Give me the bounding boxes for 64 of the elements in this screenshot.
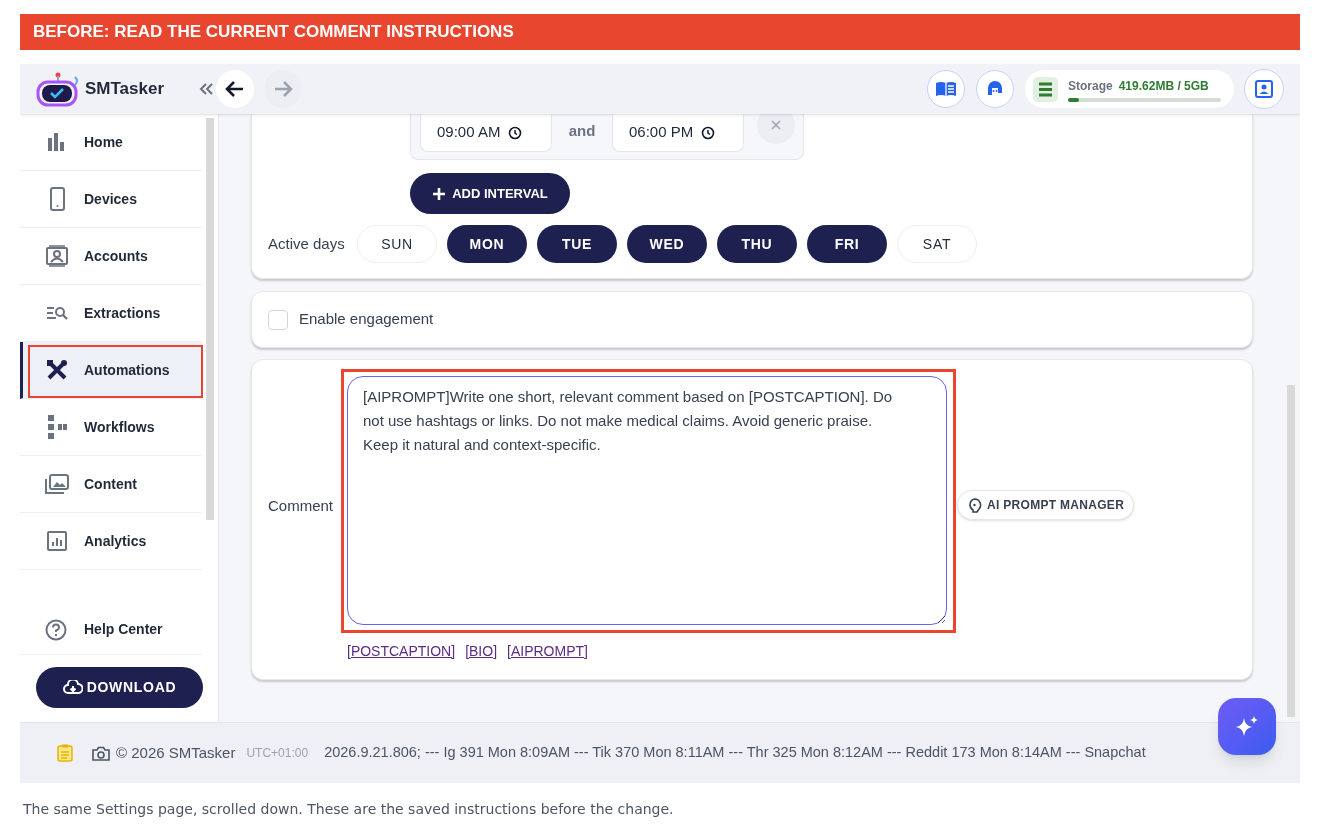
- day-toggle[interactable]: FRI: [807, 225, 887, 263]
- add-interval-button[interactable]: ADD INTERVAL: [410, 173, 570, 214]
- brand-name: SMTasker: [85, 78, 165, 101]
- token-link[interactable]: [POSTCAPTION]: [347, 641, 456, 662]
- image-folder-icon: [45, 473, 69, 495]
- storage-icon: [1033, 76, 1058, 102]
- forward-arrow-icon: [273, 80, 294, 98]
- close-icon: [771, 120, 781, 130]
- profile-button[interactable]: [1244, 69, 1284, 109]
- field-label: Comment: [268, 496, 334, 516]
- plus-icon: [432, 186, 447, 201]
- day-toggle[interactable]: SUN: [357, 225, 437, 263]
- clock-icon: [508, 125, 523, 140]
- joiner-text: and: [567, 121, 597, 141]
- back-arrow-icon: [225, 80, 246, 98]
- collapse-icon[interactable]: [198, 82, 215, 96]
- profile-icon: [1254, 79, 1274, 99]
- ai-assistant-button[interactable]: [1218, 698, 1276, 755]
- contact-card-icon: [46, 245, 68, 267]
- tools-icon: [46, 359, 68, 381]
- prompt-manager-button[interactable]: AI PROMPT MANAGER: [957, 490, 1135, 520]
- nav-item[interactable]: Content: [20, 456, 202, 513]
- back-button[interactable]: [216, 70, 255, 108]
- list-search-icon: [46, 305, 68, 321]
- day-toggle[interactable]: THU: [717, 225, 797, 263]
- storage-value: 419.62MB / 5GB: [1118, 77, 1209, 95]
- nav-item[interactable]: Workflows: [20, 399, 202, 456]
- day-toggle[interactable]: WED: [627, 225, 707, 263]
- copyright-text: © 2026 SMTasker: [116, 742, 236, 763]
- clock-icon: [701, 125, 716, 140]
- help-icon: [45, 618, 67, 641]
- robot-logo-icon: [35, 71, 81, 107]
- token-link[interactable]: [AIPROMPT]: [507, 641, 588, 662]
- checkbox[interactable]: [268, 309, 288, 330]
- nav-item[interactable]: Automations: [20, 342, 202, 399]
- nav-item[interactable]: Accounts: [20, 228, 202, 285]
- caption-text: The same Settings page, scrolled down. These are the saved instructions before the change.: [23, 800, 675, 819]
- activity-ticker: 2026.9.21.806; --- Ig 391 Mon 8:09AM --- Tik 370 Mon 8:11AM --- Thr 325 Mon 8:12AM --- Reddit 173 Mon 8:14AM --- Snapchat: [324, 743, 1146, 763]
- nav-item[interactable]: Analytics: [20, 513, 202, 570]
- report-icon: [46, 530, 68, 552]
- head-icon: [967, 497, 982, 513]
- nav-item[interactable]: Devices: [20, 171, 202, 228]
- timezone-text: UTC+01:00: [246, 745, 309, 762]
- flow-icon: [46, 414, 68, 440]
- storage-label: Storage: [1068, 77, 1113, 95]
- clipboard-icon[interactable]: [57, 744, 73, 762]
- day-toggle[interactable]: MON: [447, 225, 527, 263]
- field-label: Active days: [268, 233, 346, 254]
- banner: BEFORE: READ THE CURRENT COMMENT INSTRUCTIONS: [20, 14, 1300, 50]
- camera-icon[interactable]: [92, 745, 110, 761]
- guide-button[interactable]: [927, 70, 965, 108]
- checkbox-label: Enable engagement: [299, 309, 434, 330]
- nav-item[interactable]: Home: [20, 114, 202, 171]
- book-icon: [935, 80, 957, 98]
- day-toggle[interactable]: SAT: [897, 225, 977, 263]
- nav-label[interactable]: Help Center: [84, 619, 163, 640]
- day-toggle[interactable]: TUE: [537, 225, 617, 263]
- cloud-download-icon: [62, 679, 83, 696]
- download-button[interactable]: DOWNLOAD: [36, 667, 203, 708]
- time-field[interactable]: 09:00 AM: [420, 114, 552, 152]
- time-field[interactable]: 06:00 PM: [612, 114, 744, 152]
- support-button[interactable]: [976, 70, 1014, 108]
- token-link[interactable]: [BIO]: [465, 641, 498, 662]
- comment-field[interactable]: [AIPROMPT]Write one short, relevant comment based on [POSTCAPTION]. Do not use hashtags or links. Do not make medical claims. Avoid generic praise. Keep it natural and context-specific.: [347, 376, 947, 625]
